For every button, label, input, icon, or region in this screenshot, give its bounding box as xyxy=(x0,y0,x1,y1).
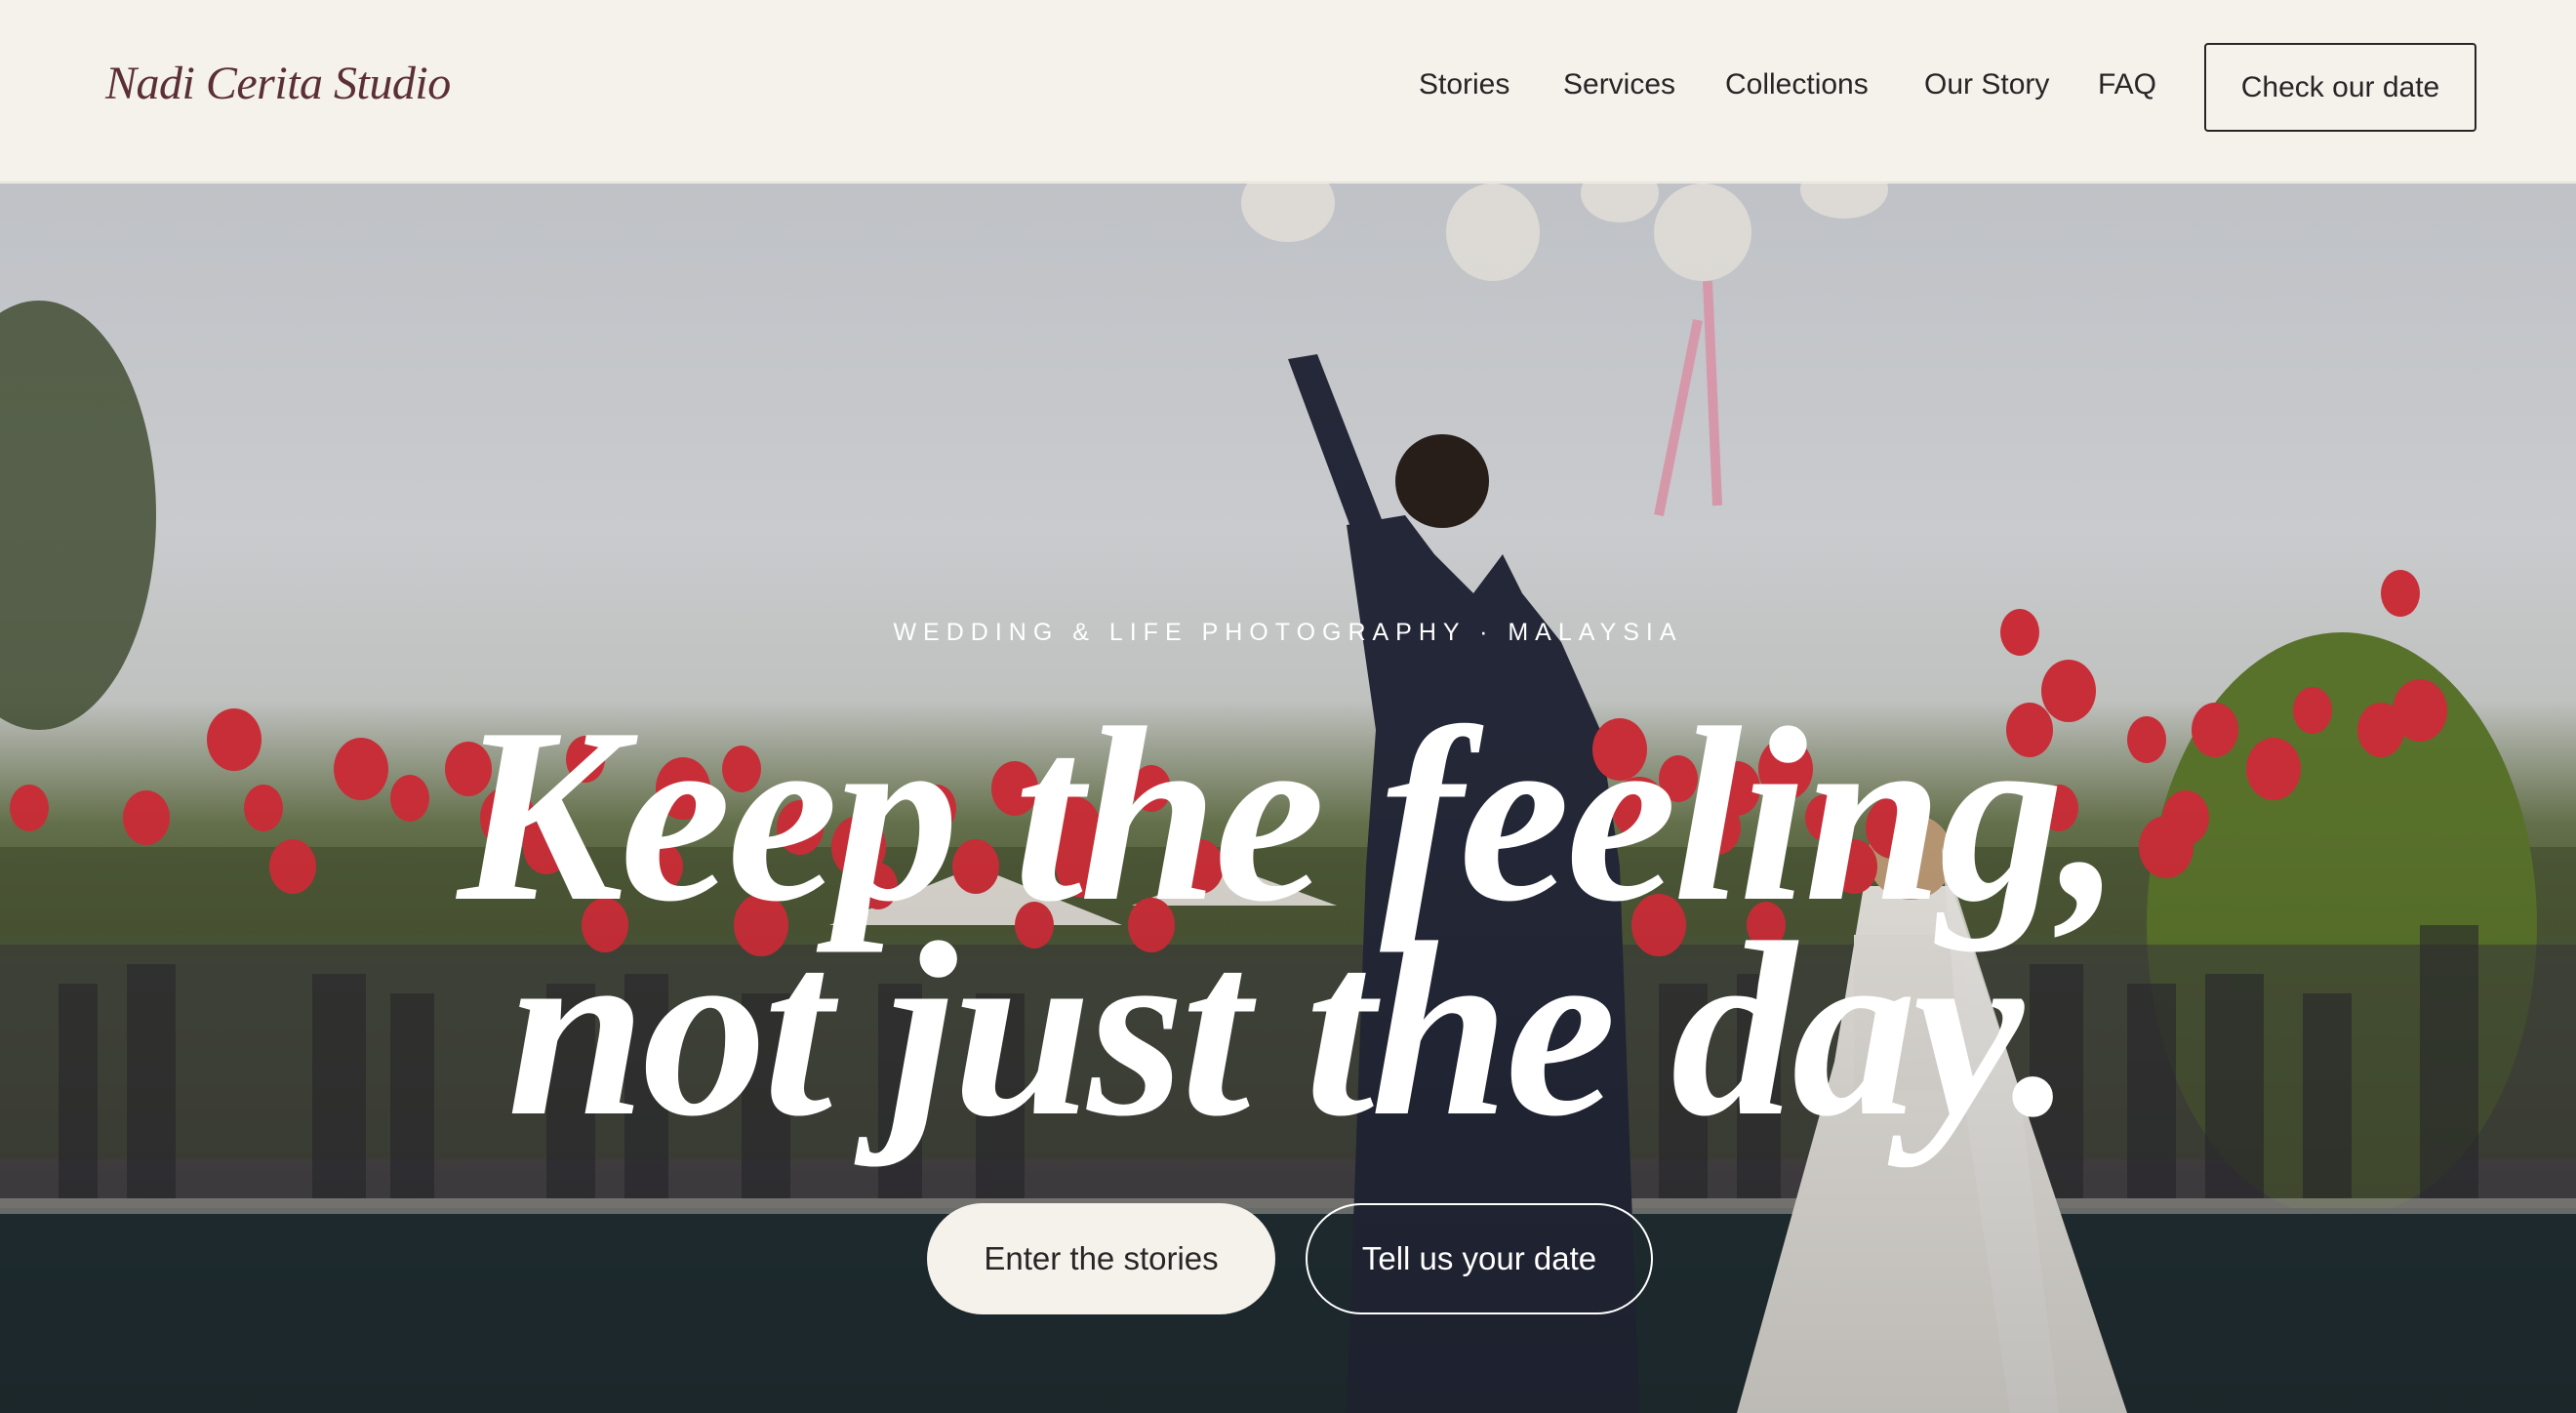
hero-eyebrow: WEDDING & LIFE PHOTOGRAPHY · MALAYSIA xyxy=(893,619,1683,646)
nav-item-services[interactable]: Services xyxy=(1563,68,1675,101)
hero-headline-line2: not just the day. xyxy=(506,892,2073,1168)
nav-item-stories[interactable]: Stories xyxy=(1419,68,1509,101)
tell-date-button[interactable]: Tell us your date xyxy=(1306,1203,1653,1314)
main-nav: Stories Services Collections Our Story F… xyxy=(0,68,2576,107)
enter-stories-button[interactable]: Enter the stories xyxy=(927,1203,1275,1314)
site-header: Nadi Cerita Studio Stories Services Coll… xyxy=(0,0,2576,182)
hero-section: WEDDING & LIFE PHOTOGRAPHY · MALAYSIA Ke… xyxy=(0,183,2576,1413)
check-date-button[interactable]: Check our date xyxy=(2204,43,2476,132)
nav-item-faq[interactable]: FAQ xyxy=(2098,68,2156,101)
nav-item-our-story[interactable]: Our Story xyxy=(1924,68,2049,101)
nav-item-collections[interactable]: Collections xyxy=(1725,68,1869,101)
